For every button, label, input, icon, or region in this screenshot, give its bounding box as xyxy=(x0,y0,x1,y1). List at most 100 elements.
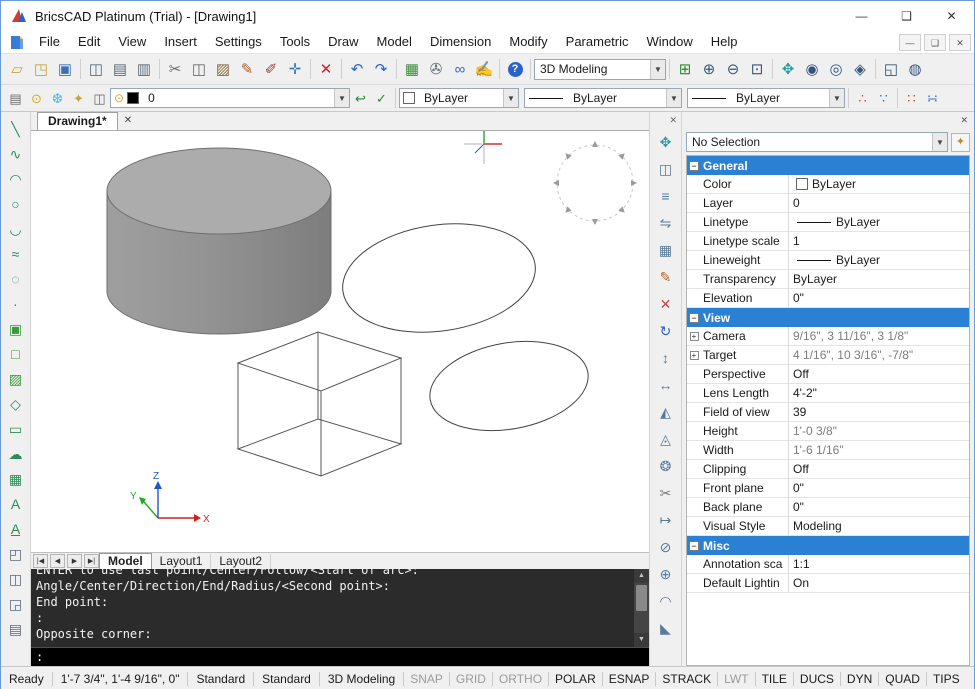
polyline-button[interactable]: ∿ xyxy=(4,142,28,166)
maximize-button[interactable]: ❑ xyxy=(884,1,929,31)
print-button[interactable]: ▤ xyxy=(108,57,132,81)
spline-button[interactable]: ≈ xyxy=(4,242,28,266)
toggle-lwt[interactable]: LWT xyxy=(718,672,754,686)
menu-file[interactable]: File xyxy=(30,31,69,53)
property-value[interactable]: ByLayer xyxy=(789,213,969,231)
menu-tools[interactable]: Tools xyxy=(271,31,319,53)
layer-print-button[interactable]: ◫ xyxy=(89,88,110,109)
arc-button[interactable]: ◠ xyxy=(4,167,28,191)
arc-3point-button[interactable]: ◡ xyxy=(4,217,28,241)
hatch-button[interactable]: ▨ xyxy=(4,367,28,391)
circle-button[interactable]: ○ xyxy=(4,192,28,216)
layer-lock-button[interactable]: ✦ xyxy=(68,88,89,109)
point-button[interactable]: ∙ xyxy=(4,292,28,316)
property-value[interactable]: 0" xyxy=(789,498,969,516)
line-button[interactable]: ╲ xyxy=(4,117,28,141)
export-button[interactable]: ⊞ xyxy=(673,57,697,81)
property-value[interactable]: Off xyxy=(789,460,969,478)
match-properties-button[interactable]: ✎ xyxy=(235,57,259,81)
pan-button[interactable]: ✥ xyxy=(776,57,800,81)
toggle-strack[interactable]: STRACK xyxy=(656,672,717,686)
layer-combo[interactable]: ⊙ 0 ▼ xyxy=(110,88,350,108)
coordinates-display[interactable]: 1'-7 3/4", 1'-4 9/16", 0" xyxy=(53,672,188,686)
property-value[interactable]: 0" xyxy=(789,479,969,497)
section-header-general[interactable]: −General xyxy=(687,156,969,175)
chamfer-button[interactable]: ◣ xyxy=(654,616,678,640)
scrollbar-track[interactable] xyxy=(634,583,649,633)
break-button[interactable]: ⊘ xyxy=(654,535,678,559)
ellipse-button[interactable]: ◌ xyxy=(4,267,28,291)
sweep-button[interactable]: ✎ xyxy=(654,265,678,289)
property-value[interactable]: 1:1 xyxy=(789,555,969,573)
table-draw-button[interactable]: ▦ xyxy=(4,467,28,491)
property-value[interactable]: 1 xyxy=(789,232,969,250)
layers-explorer-button[interactable]: ▤ xyxy=(5,88,26,109)
hyperlink-button[interactable]: ∞ xyxy=(448,57,472,81)
property-value[interactable]: Modeling xyxy=(789,517,969,535)
sheets-button[interactable]: ◫ xyxy=(4,567,28,591)
close-toolbar-icon[interactable]: ✕ xyxy=(650,114,681,127)
close-button[interactable]: ✕ xyxy=(929,1,974,31)
move-button[interactable]: ✥ xyxy=(654,130,678,154)
scale-button[interactable]: ↕ xyxy=(654,346,678,370)
section-header-misc[interactable]: −Misc xyxy=(687,536,969,555)
copy-entities-button[interactable]: ◫ xyxy=(654,157,678,181)
attach-button[interactable]: ✇ xyxy=(424,57,448,81)
text-button[interactable]: A xyxy=(4,492,28,516)
toggle-ducs[interactable]: DUCS xyxy=(794,672,840,686)
collapse-icon[interactable]: − xyxy=(689,313,699,323)
zoom-in-button[interactable]: ⊕ xyxy=(697,57,721,81)
stretch-button[interactable]: ↔ xyxy=(654,373,678,397)
tab-layout2[interactable]: Layout2 xyxy=(211,554,271,569)
property-value[interactable]: Off xyxy=(789,365,969,383)
menu-modify[interactable]: Modify xyxy=(500,31,556,53)
toggle-dyn[interactable]: DYN xyxy=(841,672,878,686)
mdi-close-button[interactable]: ✕ xyxy=(949,34,971,51)
circle-entity[interactable] xyxy=(336,212,543,344)
paste-button[interactable]: ▨ xyxy=(211,57,235,81)
property-value[interactable]: 0" xyxy=(789,289,969,307)
layer-freeze-button[interactable]: ❆ xyxy=(47,88,68,109)
property-value[interactable]: 9/16", 3 11/16", 3 1/8" xyxy=(789,327,969,345)
close-panel-icon[interactable]: ✕ xyxy=(954,115,974,126)
toggle-snap[interactable]: SNAP xyxy=(404,672,449,686)
section-header-view[interactable]: −View xyxy=(687,308,969,327)
tab-layout1[interactable]: Layout1 xyxy=(152,554,212,569)
property-value[interactable]: On xyxy=(789,574,969,592)
collapse-icon[interactable]: − xyxy=(689,161,699,171)
command-scrollbar[interactable]: ▲ ▼ xyxy=(634,569,649,647)
property-value[interactable]: 0 xyxy=(789,194,969,212)
ellipse-entity[interactable] xyxy=(423,330,596,442)
menu-window[interactable]: Window xyxy=(638,31,702,53)
copy-button[interactable]: ◫ xyxy=(187,57,211,81)
annotate-button[interactable]: ✍ xyxy=(472,57,496,81)
table-button[interactable]: ▦ xyxy=(400,57,424,81)
layer-previous-button[interactable]: ↩ xyxy=(350,88,371,109)
drawing-canvas[interactable]: X Y Z xyxy=(31,131,649,552)
tab-model[interactable]: Model xyxy=(99,553,152,569)
mtext-button[interactable]: A xyxy=(4,517,28,541)
linetype-combo[interactable]: ByLayer ▼ xyxy=(524,88,682,108)
toggle-tile[interactable]: TILE xyxy=(756,672,793,686)
trim-button[interactable]: ✂ xyxy=(654,481,678,505)
expand-icon[interactable]: + xyxy=(690,332,699,341)
mirror-button[interactable]: ⇋ xyxy=(654,211,678,235)
property-value[interactable]: ByLayer xyxy=(789,251,969,269)
erase-button[interactable]: ✕ xyxy=(654,292,678,316)
command-window[interactable]: ENTER to use last point/Center/Follow/<S… xyxy=(31,569,649,666)
workspace-combo[interactable]: 3D Modeling ▼ xyxy=(534,59,666,80)
save-button[interactable]: ▣ xyxy=(53,57,77,81)
menu-view[interactable]: View xyxy=(109,31,155,53)
rotate-button[interactable]: ↻ xyxy=(654,319,678,343)
prev-layout-button[interactable]: ◀ xyxy=(50,554,65,568)
scroll-up-icon[interactable]: ▲ xyxy=(634,569,649,583)
menu-settings[interactable]: Settings xyxy=(206,31,271,53)
polar-array-button[interactable]: ❂ xyxy=(654,454,678,478)
region-button[interactable]: ▣ xyxy=(4,317,28,341)
lineweight-combo[interactable]: ByLayer ▼ xyxy=(687,88,845,108)
minimize-button[interactable]: — xyxy=(839,1,884,31)
toggle-grid[interactable]: GRID xyxy=(450,672,492,686)
layer-states-button[interactable]: ✓ xyxy=(371,88,392,109)
property-value[interactable]: 4'-2" xyxy=(789,384,969,402)
open-file-button[interactable]: ◳ xyxy=(29,57,53,81)
